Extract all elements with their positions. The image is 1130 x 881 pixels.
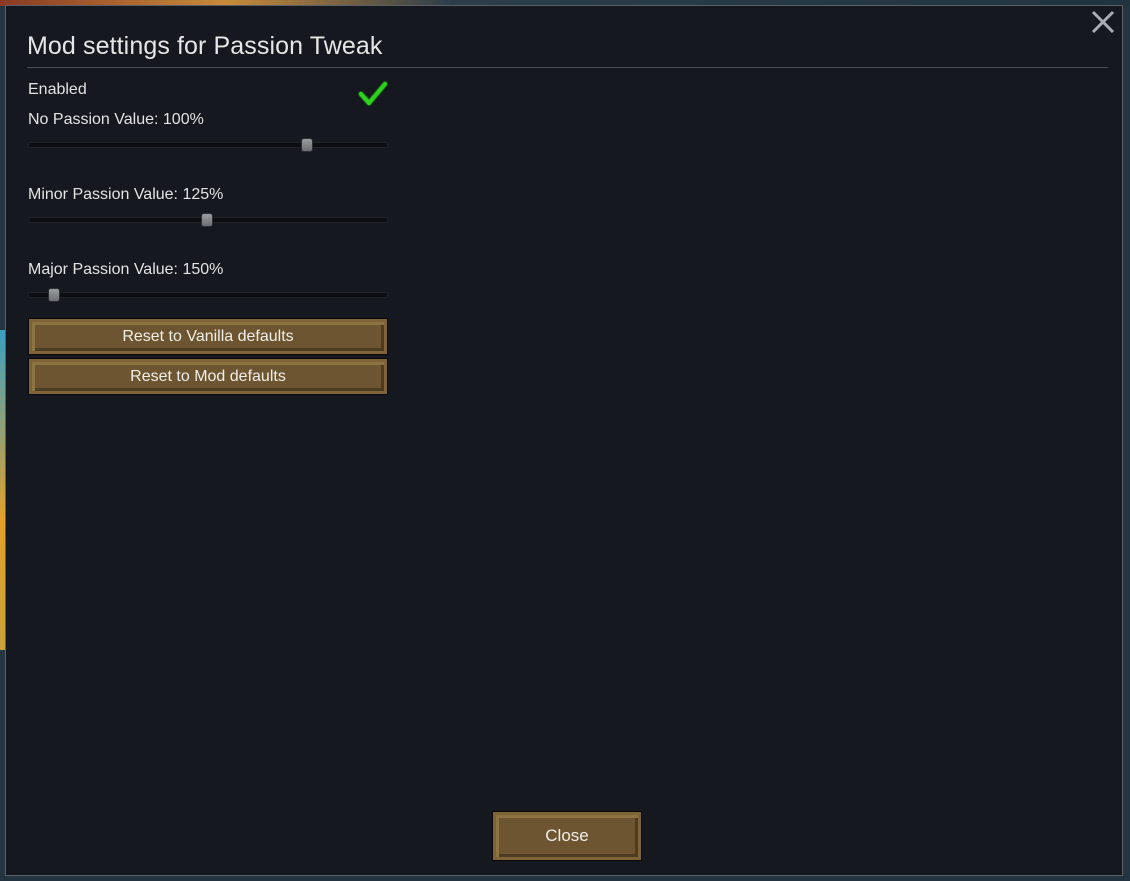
- no-passion-slider[interactable]: [28, 138, 388, 152]
- enabled-label: Enabled: [28, 81, 87, 98]
- slider-track: [28, 142, 388, 148]
- slider-thumb[interactable]: [301, 138, 313, 152]
- dialog-title: Mod settings for Passion Tweak: [27, 32, 383, 60]
- minor-passion-slider[interactable]: [28, 213, 388, 227]
- major-passion-slider[interactable]: [28, 288, 388, 302]
- checkmark-icon: [358, 81, 388, 106]
- slider-track: [28, 292, 388, 298]
- slider-thumb[interactable]: [47, 288, 60, 302]
- minor-passion-label: Minor Passion Value: 125%: [28, 186, 224, 203]
- title-divider: [27, 67, 1108, 68]
- major-passion-label: Major Passion Value: 150%: [28, 261, 224, 278]
- reset-mod-button[interactable]: Reset to Mod defaults: [28, 358, 388, 395]
- slider-thumb[interactable]: [200, 213, 213, 227]
- close-button[interactable]: Close: [492, 811, 642, 861]
- close-x-icon[interactable]: [1090, 9, 1116, 35]
- no-passion-label: No Passion Value: 100%: [28, 111, 204, 128]
- mod-settings-dialog: Mod settings for Passion Tweak Enabled N…: [5, 5, 1123, 876]
- reset-vanilla-button[interactable]: Reset to Vanilla defaults: [28, 318, 388, 355]
- enabled-checkbox[interactable]: [358, 80, 388, 110]
